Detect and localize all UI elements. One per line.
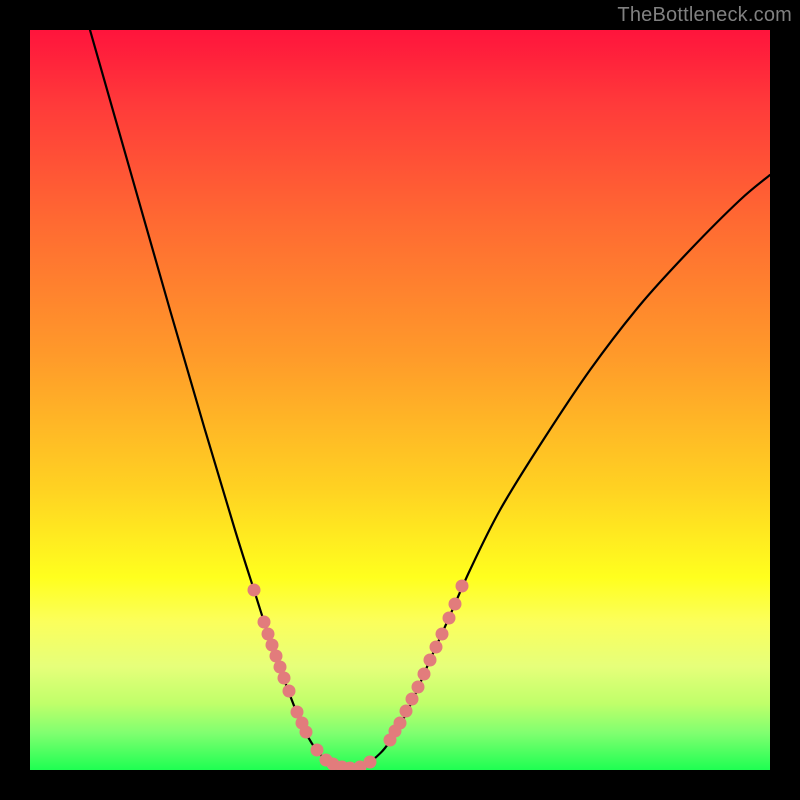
highlight-dot	[311, 744, 324, 757]
highlight-dot	[418, 668, 431, 681]
highlight-dots	[248, 580, 469, 771]
highlight-dot	[364, 756, 377, 769]
highlight-dot	[394, 717, 407, 730]
highlight-dot	[436, 628, 449, 641]
highlight-dot	[300, 726, 313, 739]
highlight-dot	[449, 598, 462, 611]
highlight-dot	[456, 580, 469, 593]
highlight-dot	[443, 612, 456, 625]
highlight-dot	[412, 681, 425, 694]
highlight-dot	[406, 693, 419, 706]
watermark-text: TheBottleneck.com	[617, 4, 792, 27]
highlight-dot	[283, 685, 296, 698]
chart-frame: TheBottleneck.com	[0, 0, 800, 800]
highlight-dot	[258, 616, 271, 629]
highlight-dot	[400, 705, 413, 718]
highlight-dot	[424, 654, 437, 667]
highlight-dot	[248, 584, 261, 597]
chart-svg	[30, 30, 770, 770]
highlight-dot	[278, 672, 291, 685]
plot-area	[30, 30, 770, 770]
highlight-dot	[430, 641, 443, 654]
